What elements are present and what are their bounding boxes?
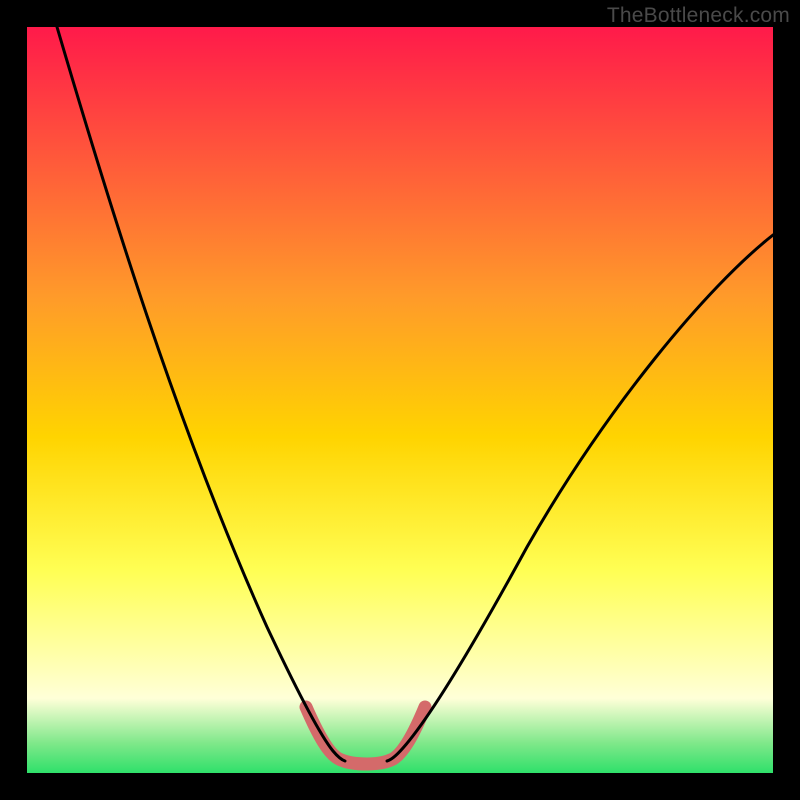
chart-frame: TheBottleneck.com [0, 0, 800, 800]
watermark-text: TheBottleneck.com [607, 4, 790, 28]
plot-area [27, 27, 773, 773]
curve-left-branch [57, 27, 345, 761]
bottleneck-curve [27, 27, 773, 773]
curve-right-branch [387, 235, 773, 761]
